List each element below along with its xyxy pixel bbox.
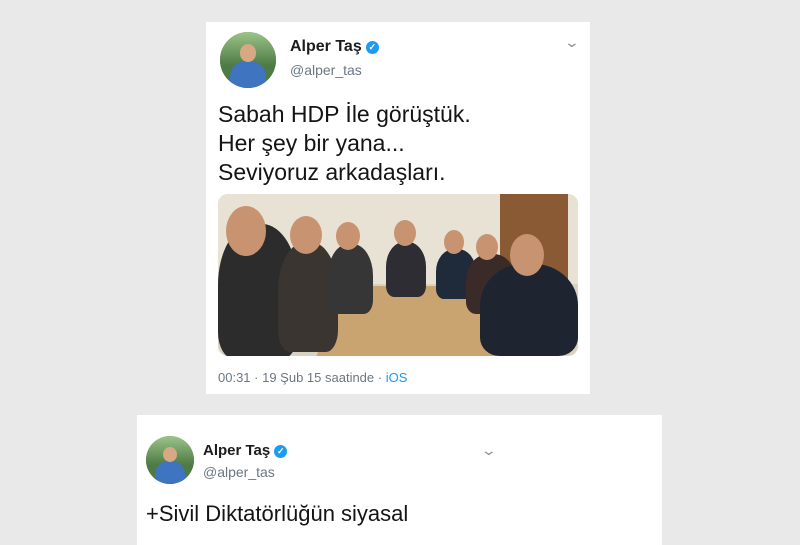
tweet-text: +Sivil Diktatörlüğün siyasal <box>146 499 646 528</box>
tweet-line: Seviyoruz arkadaşları. <box>218 159 446 185</box>
author-name[interactable]: Alper Taş ✓ <box>290 38 379 56</box>
tweet-card[interactable]: Alper Taş ✓ @alper_tas ⌄ +Sivil Diktatörl… <box>137 415 662 545</box>
author-handle[interactable]: @alper_tas <box>203 464 275 480</box>
avatar[interactable] <box>146 436 194 484</box>
tweet-line: Her şey bir yana... <box>218 130 405 156</box>
verified-badge-icon: ✓ <box>365 41 379 54</box>
tweet-card[interactable]: Alper Taş ✓ @alper_tas ⌄ Sabah HDP İle gö… <box>206 22 590 394</box>
author-name[interactable]: Alper Taş ✓ <box>203 442 288 459</box>
chevron-down-icon[interactable]: ⌄ <box>564 34 580 51</box>
verified-badge-icon: ✓ <box>274 445 288 458</box>
tweet-date[interactable]: 19 Şub 15 saatinde <box>262 370 374 385</box>
tweet-meta: 00:31 · 19 Şub 15 saatinde · iOS <box>218 370 408 385</box>
tweet-text: Sabah HDP İle görüştük. Her şey bir yana… <box>218 100 578 187</box>
chevron-down-icon[interactable]: ⌄ <box>481 442 497 459</box>
tweet-line: Sabah HDP İle görüştük. <box>218 101 471 127</box>
author-handle[interactable]: @alper_tas <box>290 62 362 78</box>
tweet-time[interactable]: 00:31 <box>218 370 251 385</box>
avatar[interactable] <box>220 32 276 88</box>
tweet-line: +Sivil Diktatörlüğün siyasal <box>146 501 409 526</box>
tweet-source-link[interactable]: iOS <box>386 370 408 385</box>
tweet-photo[interactable] <box>218 194 578 356</box>
